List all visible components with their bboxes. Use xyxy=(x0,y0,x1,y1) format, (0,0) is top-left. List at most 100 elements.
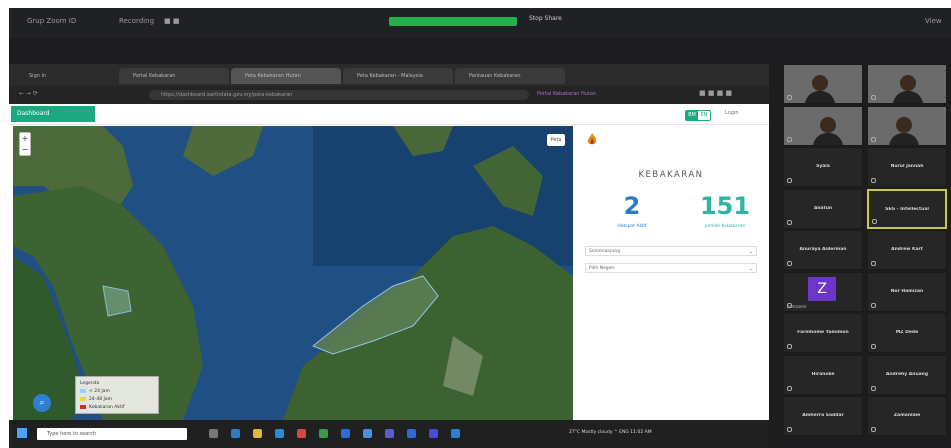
participant-tile[interactable] xyxy=(867,64,947,104)
controls-icon[interactable]: ■ ■ xyxy=(164,17,179,25)
state-select[interactable]: Pilih Negeri ⌄ xyxy=(585,263,757,273)
participant-tile[interactable]: Zamanlaie xyxy=(867,396,947,436)
bookmark-label[interactable]: Portal Kebakaran Hutan xyxy=(537,91,596,97)
legend-title: Legenda xyxy=(80,380,100,386)
participant-tile[interactable]: Anuraya Aiderman xyxy=(783,230,863,270)
participant-video-body xyxy=(893,91,923,103)
participant-tile[interactable]: Anatun xyxy=(783,188,863,229)
browser-tab[interactable]: Pantauan Kebakaran xyxy=(455,68,565,84)
participant-tile[interactable]: Hiranoke xyxy=(783,354,863,395)
participant-video xyxy=(812,75,828,91)
participant-tile[interactable] xyxy=(867,105,947,146)
app-icon[interactable] xyxy=(319,429,328,438)
taskview-icon[interactable] xyxy=(209,429,218,438)
legend-label: < 24 Jam xyxy=(89,388,110,394)
chevron-down-icon: ⌄ xyxy=(748,266,753,272)
chevron-down-icon: ⌄ xyxy=(748,249,753,255)
chrome-icon[interactable] xyxy=(451,429,460,438)
participant-tile[interactable]: Andrew Kart xyxy=(867,230,947,270)
map-view[interactable]: + − Peta Legenda < 24 Jam 24-48 Jam Kebak… xyxy=(13,126,573,420)
nav-arrows-icon[interactable]: ← → ⟳ xyxy=(19,90,38,97)
participant-video-body xyxy=(889,132,919,145)
mic-icon xyxy=(787,219,792,225)
participant-name: SEG - Intellectual xyxy=(885,206,929,212)
folder-icon[interactable] xyxy=(253,429,262,438)
app-icon[interactable] xyxy=(275,429,284,438)
mic-icon xyxy=(787,136,792,142)
legend-swatch xyxy=(80,405,86,409)
hotspot-label: Hotspot Aktif xyxy=(617,224,647,229)
participant-name: MZ Dede xyxy=(895,330,919,335)
state-select-value: Pilih Negeri xyxy=(589,266,615,271)
stop-share-label[interactable]: Stop Share xyxy=(529,15,562,22)
browser-tab[interactable]: Portal Kebakaran xyxy=(119,68,229,84)
participant-tile[interactable]: Andrehy Anuang xyxy=(867,354,947,395)
mic-icon xyxy=(872,218,877,224)
taskbar-search-input[interactable]: Type here to search xyxy=(37,428,187,440)
participant-name: Farmhome Yamimon xyxy=(797,330,849,335)
zoom-control[interactable]: + − xyxy=(19,132,31,156)
participant-video xyxy=(900,75,916,91)
app-icon[interactable] xyxy=(407,429,416,438)
region-select-value: Semenanjung xyxy=(589,249,621,254)
zoom-tab-label[interactable]: Grup Zoom ID xyxy=(27,17,76,25)
participant-tile[interactable]: Farmhome Yamimon xyxy=(783,313,863,353)
participant-tile[interactable] xyxy=(783,105,863,146)
mic-icon xyxy=(871,302,876,308)
browser-tab-active[interactable]: Peta Kebakaran Hutan xyxy=(231,68,341,84)
fire-total-label: Jumlah Kebakaran xyxy=(704,224,746,229)
participant-tile[interactable]: Nurul Jannah xyxy=(867,147,947,187)
language-toggle[interactable]: BM EN xyxy=(685,110,711,121)
url-field[interactable]: https://dashboard.earthdata.gov.my/peta-… xyxy=(149,90,529,100)
lang-en[interactable]: EN xyxy=(698,111,710,120)
mic-icon xyxy=(871,136,876,142)
participant-video-body xyxy=(805,91,835,103)
participant-tile[interactable]: Syala xyxy=(783,147,863,187)
legend-swatch xyxy=(80,389,86,393)
region-select[interactable]: Semenanjung ⌄ xyxy=(585,246,757,256)
app-icon[interactable] xyxy=(231,429,240,438)
share-banner[interactable] xyxy=(389,17,517,26)
zoom-top-bar: Grup Zoom ID Recording ■ ■ Stop Share Vi… xyxy=(9,8,951,38)
system-tray[interactable]: 27°C Mostly cloudy ^ ENG 11:02 AM xyxy=(569,430,652,435)
zoom-app-icon[interactable] xyxy=(363,429,372,438)
participant-tile[interactable]: MZ Dede xyxy=(867,313,947,353)
legend-label: 24-48 Jam xyxy=(89,396,112,402)
lang-bm[interactable]: BM xyxy=(686,111,698,120)
app-icon[interactable] xyxy=(341,429,350,438)
browser-tab[interactable]: Sign in xyxy=(15,68,115,84)
mic-icon xyxy=(787,95,792,100)
hotspot-count: 2 xyxy=(623,192,641,220)
windows-start-icon[interactable] xyxy=(17,428,27,438)
app-icon[interactable] xyxy=(429,429,438,438)
participant-gallery: Syala Nurul Jannah Anatun SEG - Intellectua… xyxy=(783,64,951,448)
mic-icon xyxy=(871,178,876,183)
app-logo[interactable]: Dashboard xyxy=(11,106,95,122)
search-icon[interactable]: ⌕ xyxy=(33,394,51,412)
participant-tile[interactable]: Amherra Saddar xyxy=(783,396,863,436)
app-icon[interactable] xyxy=(385,429,394,438)
panel-title: KEBAKARAN xyxy=(638,170,704,180)
windows-taskbar: Type here to search 27°C Mostly cloudy ^… xyxy=(9,420,769,448)
fire-total-count: 151 xyxy=(699,192,751,220)
participant-tile[interactable]: Zzamzamir xyxy=(783,271,863,312)
participant-name: Amherra Saddar xyxy=(802,413,844,418)
participant-tile[interactable] xyxy=(783,64,863,104)
map-legend: Legenda < 24 Jam 24-48 Jam Kebakaran Akt… xyxy=(75,376,159,414)
map-layer-button[interactable]: Peta xyxy=(547,134,565,146)
browser-tab[interactable]: Peta Kebakaran - Malaysia xyxy=(343,68,453,84)
participant-tile[interactable]: Nor Hamizan xyxy=(867,271,947,312)
login-link[interactable]: Login xyxy=(725,110,739,116)
address-bar-row: ← → ⟳ https://dashboard.earthdata.gov.my… xyxy=(9,86,769,104)
screen-share-view: Sign in Portal Kebakaran Peta Kebakaran … xyxy=(9,64,769,448)
participant-name: Anatun xyxy=(813,205,833,211)
browser-toolbar-icons[interactable]: ■ ■ ■ ■ xyxy=(699,89,732,97)
mic-icon xyxy=(871,261,876,266)
view-button[interactable]: View xyxy=(925,17,942,25)
participant-tile[interactable]: SEG - Intellectual xyxy=(867,188,947,229)
mic-icon xyxy=(787,344,792,349)
avatar: Z xyxy=(808,276,836,301)
mic-icon xyxy=(871,344,876,349)
web-page: Dashboard BM EN Login + − Peta Legenda <… xyxy=(9,104,769,448)
app-icon[interactable] xyxy=(297,429,306,438)
